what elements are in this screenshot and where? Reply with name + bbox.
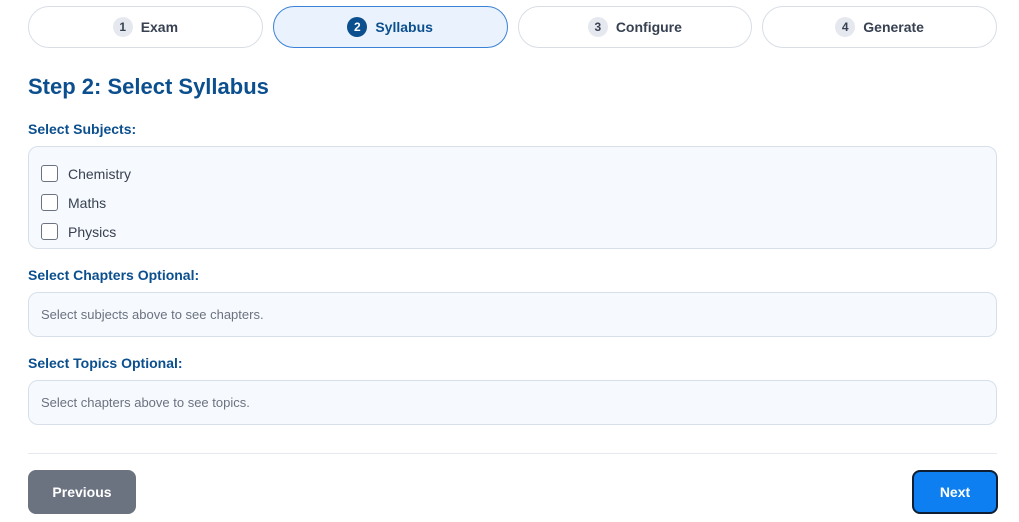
stepper: 1 Exam 2 Syllabus 3 Configure 4 Generate bbox=[28, 6, 997, 48]
syllabus-step-page: 1 Exam 2 Syllabus 3 Configure 4 Generate… bbox=[0, 0, 1019, 522]
step-syllabus[interactable]: 2 Syllabus bbox=[272, 6, 508, 48]
topics-placeholder: Select chapters above to see topics. bbox=[41, 395, 250, 410]
footer-divider bbox=[28, 453, 997, 454]
subject-label: Physics bbox=[68, 223, 117, 240]
chapters-placeholder: Select subjects above to see chapters. bbox=[41, 307, 264, 322]
subject-option-physics[interactable]: Physics bbox=[41, 217, 984, 246]
step-label: Configure bbox=[615, 19, 682, 35]
step-number: 2 bbox=[347, 17, 368, 37]
chapters-label: Select Chapters Optional: bbox=[28, 267, 200, 283]
step-number: 3 bbox=[587, 17, 608, 37]
subject-label: Maths bbox=[68, 194, 107, 211]
subject-option-maths[interactable]: Maths bbox=[41, 188, 984, 217]
next-button[interactable]: Next bbox=[912, 470, 998, 514]
step-exam[interactable]: 1 Exam bbox=[28, 6, 263, 48]
step-label: Syllabus bbox=[375, 19, 433, 35]
step-generate[interactable]: 4 Generate bbox=[762, 6, 997, 48]
subjects-label: Select Subjects: bbox=[28, 121, 137, 137]
previous-button[interactable]: Previous bbox=[28, 470, 136, 514]
step-number: 1 bbox=[112, 17, 133, 37]
page-title: Step 2: Select Syllabus bbox=[28, 74, 269, 99]
step-configure[interactable]: 3 Configure bbox=[517, 6, 753, 48]
subjects-list: Chemistry Maths Physics bbox=[28, 146, 997, 249]
chapters-panel: Select subjects above to see chapters. bbox=[28, 292, 997, 337]
subject-option-chemistry[interactable]: Chemistry bbox=[41, 159, 984, 188]
step-label: Generate bbox=[863, 19, 924, 35]
checkbox[interactable] bbox=[41, 223, 58, 240]
topics-label: Select Topics Optional: bbox=[28, 355, 183, 371]
step-label: Exam bbox=[140, 19, 179, 35]
topics-panel: Select chapters above to see topics. bbox=[28, 380, 997, 425]
step-number: 4 bbox=[835, 17, 856, 37]
checkbox[interactable] bbox=[41, 194, 58, 211]
checkbox[interactable] bbox=[41, 165, 58, 182]
subject-label: Chemistry bbox=[68, 165, 132, 182]
